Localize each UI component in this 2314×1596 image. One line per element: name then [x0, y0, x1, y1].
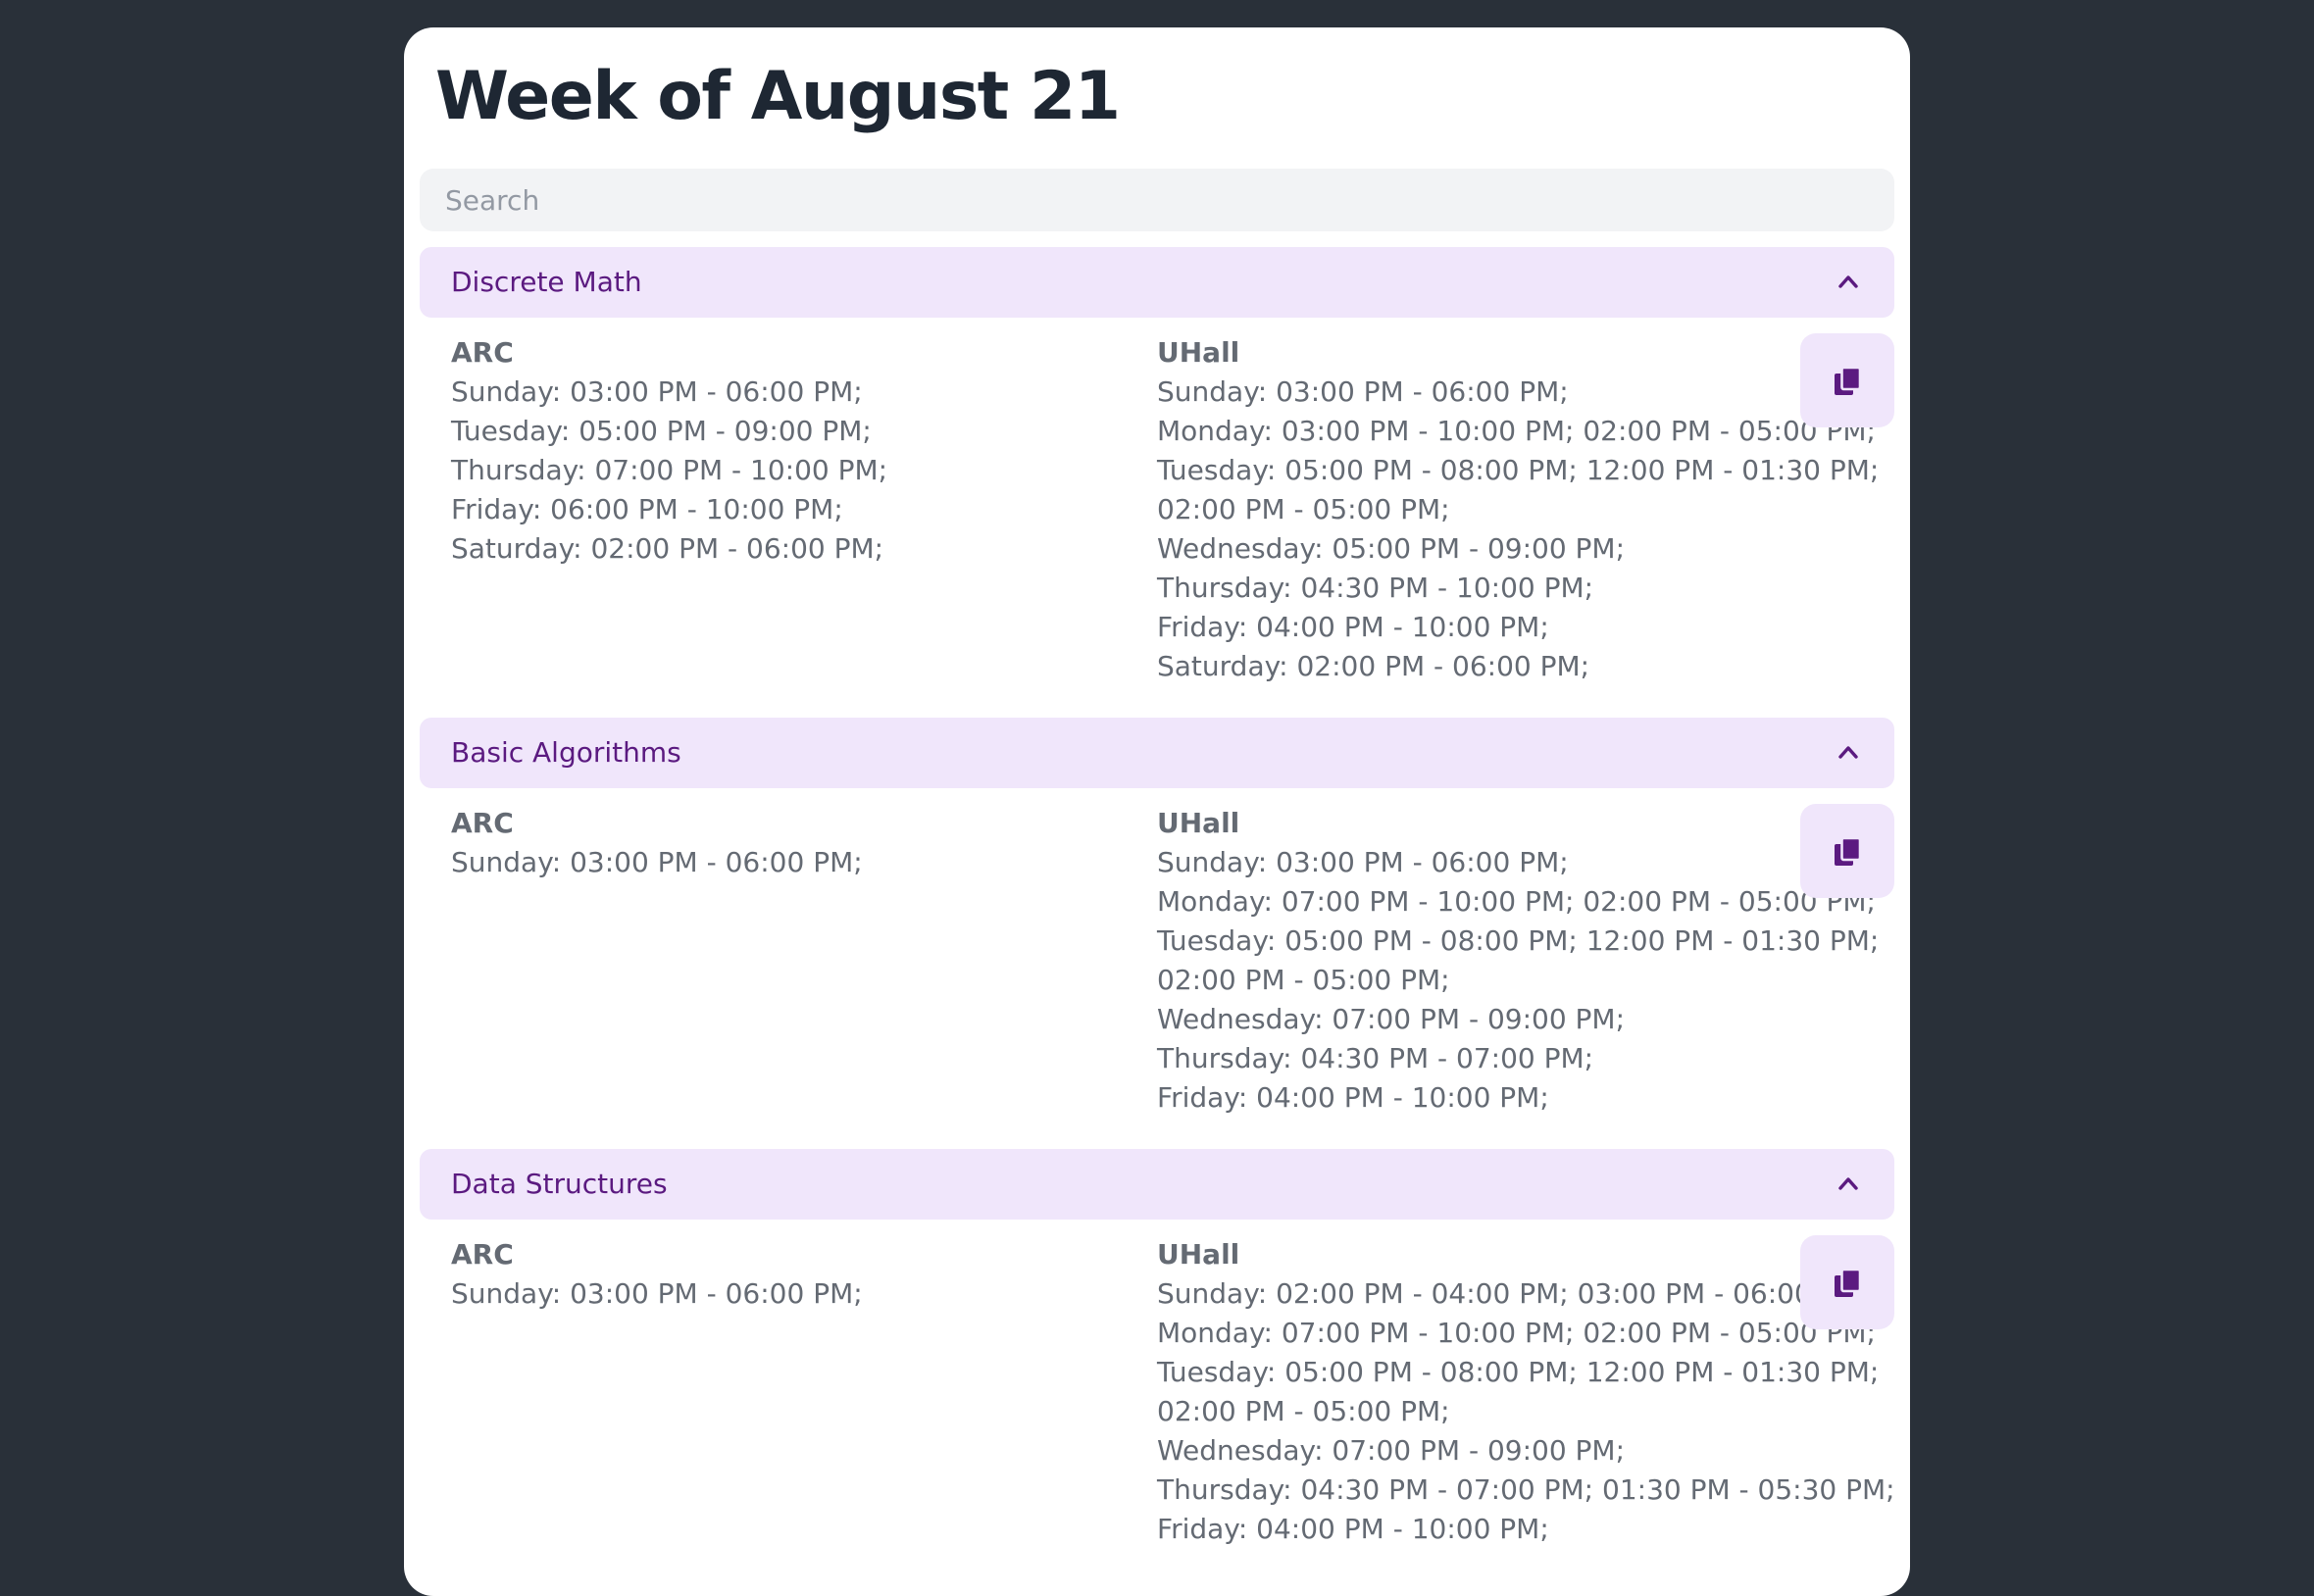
location-label: UHall — [1157, 807, 1240, 839]
course-section: Basic Algorithms ARC Sunday: 03:00 PM - … — [420, 718, 1894, 1114]
course-header-toggle[interactable]: Discrete Math — [420, 247, 1894, 318]
copy-button[interactable] — [1800, 804, 1894, 898]
hours-line: Sunday: 03:00 PM - 06:00 PM; — [451, 375, 863, 408]
hours-line: 02:00 PM - 05:00 PM; — [1157, 1395, 1450, 1427]
course-title: Basic Algorithms — [451, 736, 681, 769]
hours-line: Friday: 04:00 PM - 10:00 PM; — [1157, 1513, 1549, 1545]
copy-icon — [1835, 367, 1861, 395]
location-label: ARC — [451, 807, 514, 839]
location-arc: ARC Sunday: 03:00 PM - 06:00 PM; — [451, 804, 863, 882]
copy-icon — [1835, 1269, 1861, 1297]
hours-line: Sunday: 03:00 PM - 06:00 PM; — [451, 846, 863, 878]
hours-line: Friday: 04:00 PM - 10:00 PM; — [1157, 1081, 1549, 1114]
hours-line: Sunday: 03:00 PM - 06:00 PM; — [1157, 375, 1569, 408]
hours-line: Monday: 07:00 PM - 10:00 PM; 02:00 PM - … — [1157, 885, 1876, 918]
hours-line: 02:00 PM - 05:00 PM; — [1157, 964, 1450, 996]
location-label: ARC — [451, 1238, 514, 1271]
hours-line: Wednesday: 07:00 PM - 09:00 PM; — [1157, 1434, 1626, 1467]
hours-line: Sunday: 03:00 PM - 06:00 PM; — [1157, 846, 1569, 878]
course-header-toggle[interactable]: Basic Algorithms — [420, 718, 1894, 788]
location-uhall: UHall Sunday: 02:00 PM - 04:00 PM; 03:00… — [1157, 1235, 1895, 1549]
copy-icon — [1835, 837, 1861, 866]
hours-line: Tuesday: 05:00 PM - 09:00 PM; — [451, 415, 872, 447]
location-arc: ARC Sunday: 03:00 PM - 06:00 PM; — [451, 1235, 863, 1314]
chevron-up-icon — [1838, 1177, 1858, 1190]
course-section: Discrete Math ARC Sunday: 03:00 PM - 06:… — [420, 247, 1894, 682]
location-uhall: UHall Sunday: 03:00 PM - 06:00 PM; Monda… — [1157, 804, 1879, 1118]
location-label: UHall — [1157, 1238, 1240, 1271]
hours-line: Sunday: 02:00 PM - 04:00 PM; 03:00 PM - … — [1157, 1277, 1871, 1310]
location-label: ARC — [451, 336, 514, 369]
hours-line: Wednesday: 07:00 PM - 09:00 PM; — [1157, 1003, 1626, 1035]
hours-line: Thursday: 04:30 PM - 10:00 PM; — [1157, 572, 1594, 604]
hours-line: Friday: 06:00 PM - 10:00 PM; — [451, 493, 843, 525]
chevron-up-icon — [1838, 746, 1858, 759]
search-input[interactable] — [420, 169, 1894, 231]
location-uhall: UHall Sunday: 03:00 PM - 06:00 PM; Monda… — [1157, 333, 1879, 686]
hours-line: Thursday: 07:00 PM - 10:00 PM; — [451, 454, 888, 486]
hours-line: Sunday: 03:00 PM - 06:00 PM; — [451, 1277, 863, 1310]
page-title: Week of August 21 — [435, 58, 1121, 135]
hours-line: Thursday: 04:30 PM - 07:00 PM; — [1157, 1042, 1594, 1074]
copy-button[interactable] — [1800, 1235, 1894, 1329]
hours-line: Saturday: 02:00 PM - 06:00 PM; — [1157, 650, 1590, 682]
hours-line: Monday: 03:00 PM - 10:00 PM; 02:00 PM - … — [1157, 415, 1876, 447]
hours-line: Saturday: 02:00 PM - 06:00 PM; — [451, 532, 884, 565]
location-arc: ARC Sunday: 03:00 PM - 06:00 PM; Tuesday… — [451, 333, 887, 569]
hours-line: Thursday: 04:30 PM - 07:00 PM; 01:30 PM … — [1157, 1473, 1895, 1506]
hours-line: Friday: 04:00 PM - 10:00 PM; — [1157, 611, 1549, 643]
course-title: Data Structures — [451, 1168, 668, 1200]
hours-line: Wednesday: 05:00 PM - 09:00 PM; — [1157, 532, 1626, 565]
hours-line: Tuesday: 05:00 PM - 08:00 PM; 12:00 PM -… — [1157, 924, 1880, 957]
copy-button[interactable] — [1800, 333, 1894, 427]
location-label: UHall — [1157, 336, 1240, 369]
schedule-card: Week of August 21 Discrete Math ARC Sund… — [404, 27, 1910, 1596]
hours-line: Monday: 07:00 PM - 10:00 PM; 02:00 PM - … — [1157, 1317, 1876, 1349]
hours-line: Tuesday: 05:00 PM - 08:00 PM; 12:00 PM -… — [1157, 454, 1880, 486]
course-title: Discrete Math — [451, 266, 642, 298]
course-header-toggle[interactable]: Data Structures — [420, 1149, 1894, 1220]
chevron-up-icon — [1838, 275, 1858, 288]
hours-line: Tuesday: 05:00 PM - 08:00 PM; 12:00 PM -… — [1157, 1356, 1880, 1388]
hours-line: 02:00 PM - 05:00 PM; — [1157, 493, 1450, 525]
course-section: Data Structures ARC Sunday: 03:00 PM - 0… — [420, 1149, 1895, 1545]
